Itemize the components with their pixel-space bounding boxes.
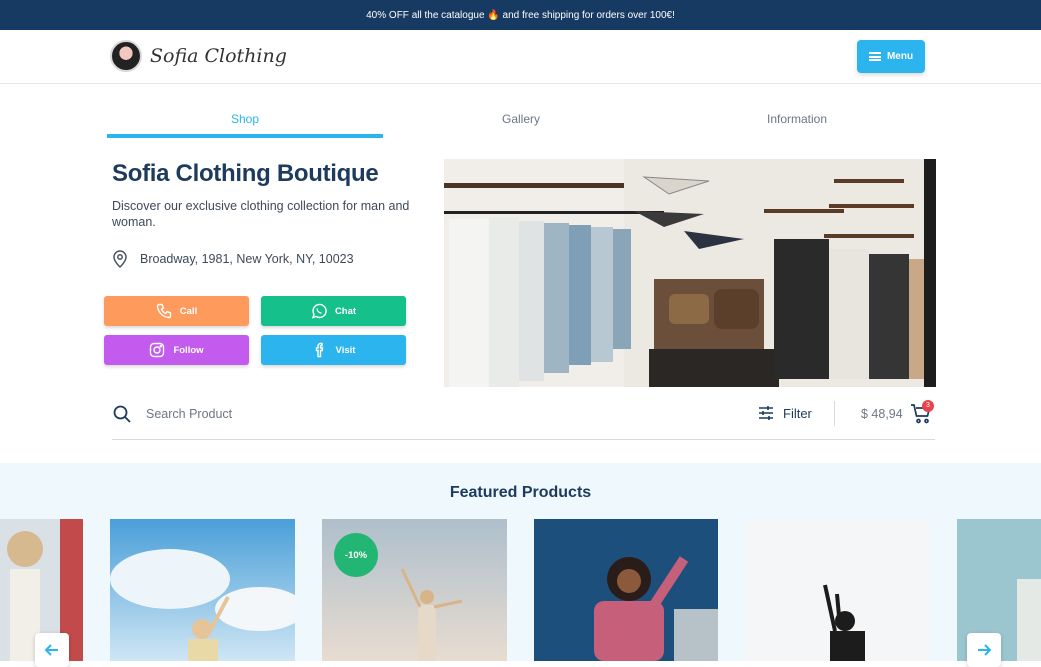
tab-gallery[interactable]: Gallery (383, 104, 659, 138)
divider (834, 401, 835, 426)
featured-section: Featured Products -10% (0, 463, 1041, 667)
product-image (110, 519, 295, 661)
promo-banner: 40% OFF all the catalogue 🔥 and free shi… (0, 0, 1041, 30)
hamburger-icon (868, 52, 881, 61)
carousel-prev-button[interactable] (35, 633, 69, 667)
shop-info: Sofia Clothing Boutique Discover our exc… (112, 160, 422, 230)
search-bar: Filter $ 48,94 3 (112, 395, 935, 440)
store-hero-image (444, 159, 936, 387)
menu-button[interactable]: Menu (857, 40, 925, 73)
call-button[interactable]: Call (104, 296, 249, 326)
product-image (745, 519, 930, 661)
follow-label: Follow (173, 344, 204, 356)
cart-count-badge: 3 (922, 400, 934, 412)
carousel-next-button[interactable] (967, 633, 1001, 667)
tab-shop[interactable]: Shop (107, 104, 383, 138)
shop-description: Discover our exclusive clothing collecti… (112, 199, 410, 229)
featured-title: Featured Products (449, 484, 592, 501)
product-image (534, 519, 718, 661)
promo-text: 40% OFF all the catalogue 🔥 and free shi… (366, 9, 675, 21)
call-label: Call (179, 305, 198, 317)
chat-button[interactable]: Chat (261, 296, 406, 326)
product-card[interactable] (110, 519, 295, 661)
menu-label: Menu (886, 51, 914, 62)
search-icon[interactable] (112, 404, 132, 424)
cart-total: $ 48,94 (861, 407, 903, 421)
filter-button[interactable]: Filter (757, 404, 812, 422)
arrow-left-icon (44, 644, 58, 656)
facebook-icon (315, 342, 323, 358)
visit-button[interactable]: Visit (261, 335, 406, 365)
arrow-right-icon (978, 644, 992, 656)
page-title: Sofia Clothing Boutique (112, 160, 379, 187)
product-card[interactable]: -10% (322, 519, 507, 661)
shop-address: Broadway, 1981, New York, NY, 10023 (112, 250, 354, 268)
tab-bar: Shop Gallery Information (107, 104, 935, 138)
instagram-icon (150, 342, 165, 358)
whatsapp-icon (311, 303, 327, 319)
logo-text: Sofia Clothing (150, 45, 287, 67)
location-pin-icon (113, 250, 127, 268)
product-card[interactable] (745, 519, 930, 661)
filter-icon (759, 406, 773, 420)
visit-label: Visit (335, 344, 356, 356)
product-card[interactable] (534, 519, 718, 661)
search-input[interactable] (146, 404, 446, 424)
phone-icon (156, 303, 171, 319)
follow-button[interactable]: Follow (104, 335, 249, 365)
filter-label: Filter (783, 405, 812, 421)
logo[interactable]: Sofia Clothing (110, 40, 287, 72)
tab-information[interactable]: Information (659, 104, 935, 138)
site-header: Sofia Clothing Menu (0, 30, 1041, 84)
address-text: Broadway, 1981, New York, NY, 10023 (140, 252, 354, 266)
store-interior-illustration (444, 159, 936, 387)
discount-badge: -10% (334, 533, 378, 577)
chat-label: Chat (334, 305, 357, 317)
logo-icon (110, 40, 142, 72)
